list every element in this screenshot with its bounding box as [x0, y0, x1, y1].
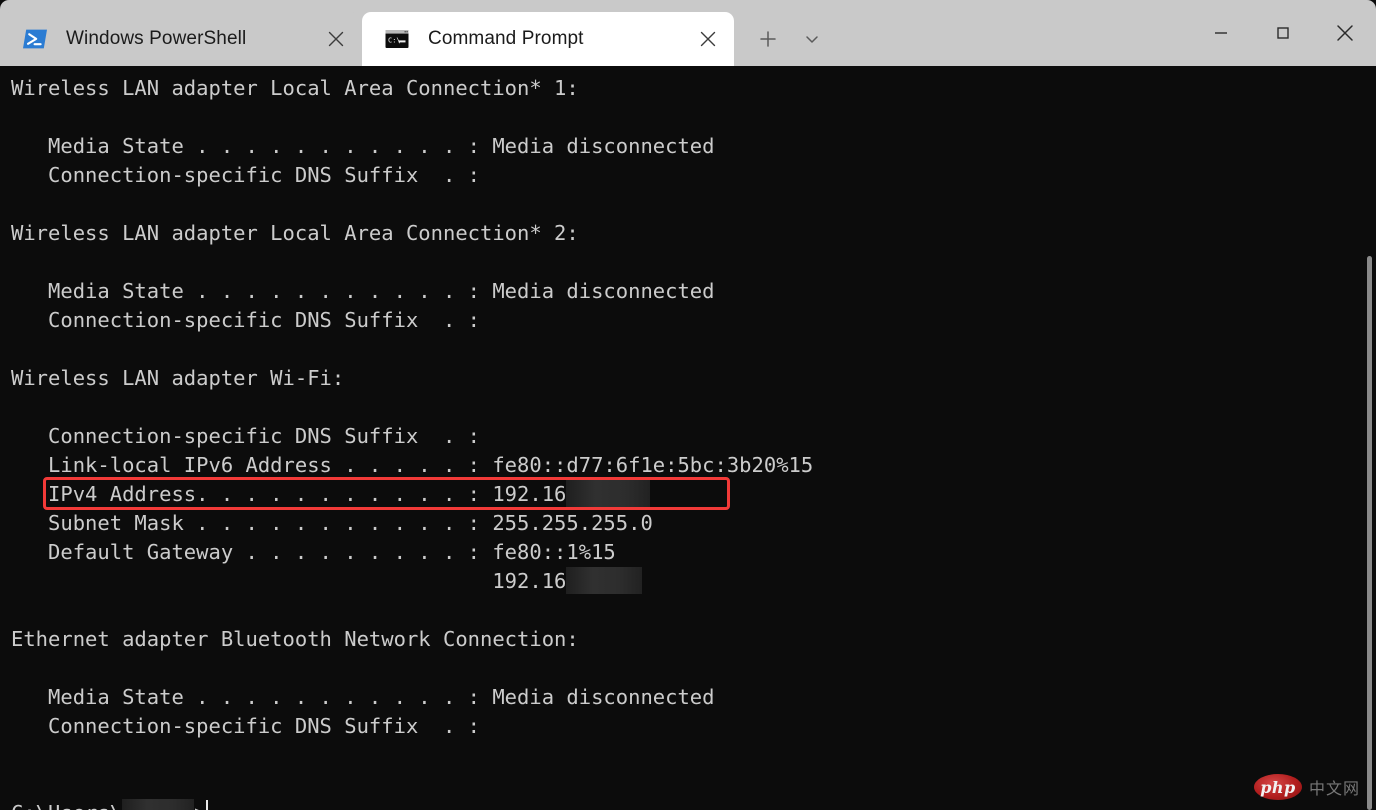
tab-command-prompt[interactable]: C:\ Command Prompt	[362, 12, 734, 66]
terminal-line-text: C:\Users\	[11, 801, 122, 810]
terminal-line-text: Wireless LAN adapter Local Area Connecti…	[11, 76, 579, 100]
terminal-line	[11, 248, 1376, 277]
tab-label: Command Prompt	[428, 28, 688, 50]
command-prompt-icon: C:\	[384, 26, 410, 52]
terminal-line-text: Media State . . . . . . . . . . . : Medi…	[11, 685, 715, 709]
redacted-value	[566, 567, 642, 594]
terminal-line-text: Media State . . . . . . . . . . . : Medi…	[11, 134, 715, 158]
terminal-line-text: IPv4 Address. . . . . . . . . . . : 192.…	[11, 482, 566, 506]
close-icon[interactable]	[688, 19, 728, 59]
terminal-window: Windows PowerShell C:\ Command Prompt	[0, 0, 1376, 810]
plus-icon[interactable]	[746, 19, 790, 59]
scrollbar-thumb[interactable]	[1367, 256, 1372, 810]
tab-bar-drag-region	[834, 12, 1190, 66]
terminal-line: C:\Users\ >	[11, 799, 1376, 810]
terminal-line-text: Link-local IPv6 Address . . . . . : fe80…	[11, 453, 813, 477]
terminal-line: Link-local IPv6 Address . . . . . : fe80…	[11, 451, 1376, 480]
terminal-line: Wireless LAN adapter Wi-Fi:	[11, 364, 1376, 393]
terminal-line: Connection-specific DNS Suffix . :	[11, 306, 1376, 335]
terminal-line-text: Wireless LAN adapter Local Area Connecti…	[11, 221, 579, 245]
terminal-line	[11, 190, 1376, 219]
terminal-line-text: Connection-specific DNS Suffix . :	[11, 163, 480, 187]
terminal-line: 192.16	[11, 567, 1376, 596]
tab-bar-actions	[734, 12, 834, 66]
terminal-line: Media State . . . . . . . . . . . : Medi…	[11, 132, 1376, 161]
terminal-line-text: Connection-specific DNS Suffix . :	[11, 714, 480, 738]
terminal-line-text: Subnet Mask . . . . . . . . . . . : 255.…	[11, 511, 653, 535]
chevron-down-icon[interactable]	[790, 19, 834, 59]
window-controls	[1190, 0, 1376, 66]
terminal-line	[11, 393, 1376, 422]
tab-windows-powershell[interactable]: Windows PowerShell	[0, 12, 362, 66]
terminal-line: Ethernet adapter Bluetooth Network Conne…	[11, 625, 1376, 654]
terminal-line	[11, 741, 1376, 770]
terminal-line-text: Connection-specific DNS Suffix . :	[11, 308, 480, 332]
terminal-lines: Wireless LAN adapter Local Area Connecti…	[0, 74, 1376, 810]
terminal-line-text: Wireless LAN adapter Wi-Fi:	[11, 366, 344, 390]
maximize-icon[interactable]	[1252, 0, 1314, 66]
minimize-icon[interactable]	[1190, 0, 1252, 66]
terminal-line	[11, 596, 1376, 625]
text-cursor	[206, 800, 208, 810]
terminal-line	[11, 654, 1376, 683]
tab-label: Windows PowerShell	[66, 28, 316, 50]
terminal-line-text: Default Gateway . . . . . . . . . : fe80…	[11, 540, 616, 564]
redacted-value	[566, 480, 650, 507]
terminal-line-text: Connection-specific DNS Suffix . :	[11, 424, 480, 448]
prompt-suffix: >	[194, 801, 206, 810]
terminal-line: Wireless LAN adapter Local Area Connecti…	[11, 219, 1376, 248]
redacted-value	[122, 799, 194, 810]
terminal-line: IPv4 Address. . . . . . . . . . . : 192.…	[11, 480, 1376, 509]
terminal-line: Media State . . . . . . . . . . . : Medi…	[11, 277, 1376, 306]
terminal-line: Wireless LAN adapter Local Area Connecti…	[11, 74, 1376, 103]
terminal-line: Media State . . . . . . . . . . . : Medi…	[11, 683, 1376, 712]
terminal-line-text: Ethernet adapter Bluetooth Network Conne…	[11, 627, 579, 651]
terminal-line-text: 192.16	[11, 569, 566, 593]
terminal-line-text: Media State . . . . . . . . . . . : Medi…	[11, 279, 715, 303]
terminal-line: Connection-specific DNS Suffix . :	[11, 712, 1376, 741]
terminal-line: Default Gateway . . . . . . . . . : fe80…	[11, 538, 1376, 567]
terminal-line: Connection-specific DNS Suffix . :	[11, 422, 1376, 451]
terminal-line	[11, 770, 1376, 799]
terminal-line: Subnet Mask . . . . . . . . . . . : 255.…	[11, 509, 1376, 538]
terminal-line: Connection-specific DNS Suffix . :	[11, 161, 1376, 190]
terminal-line	[11, 103, 1376, 132]
close-icon[interactable]	[316, 19, 356, 59]
terminal-output-area[interactable]: Wireless LAN adapter Local Area Connecti…	[0, 66, 1376, 810]
tab-bar: Windows PowerShell C:\ Command Prompt	[0, 0, 1376, 66]
powershell-icon	[22, 26, 48, 52]
terminal-line	[11, 335, 1376, 364]
close-icon[interactable]	[1314, 0, 1376, 66]
terminal-scrollbar[interactable]	[1362, 66, 1376, 810]
